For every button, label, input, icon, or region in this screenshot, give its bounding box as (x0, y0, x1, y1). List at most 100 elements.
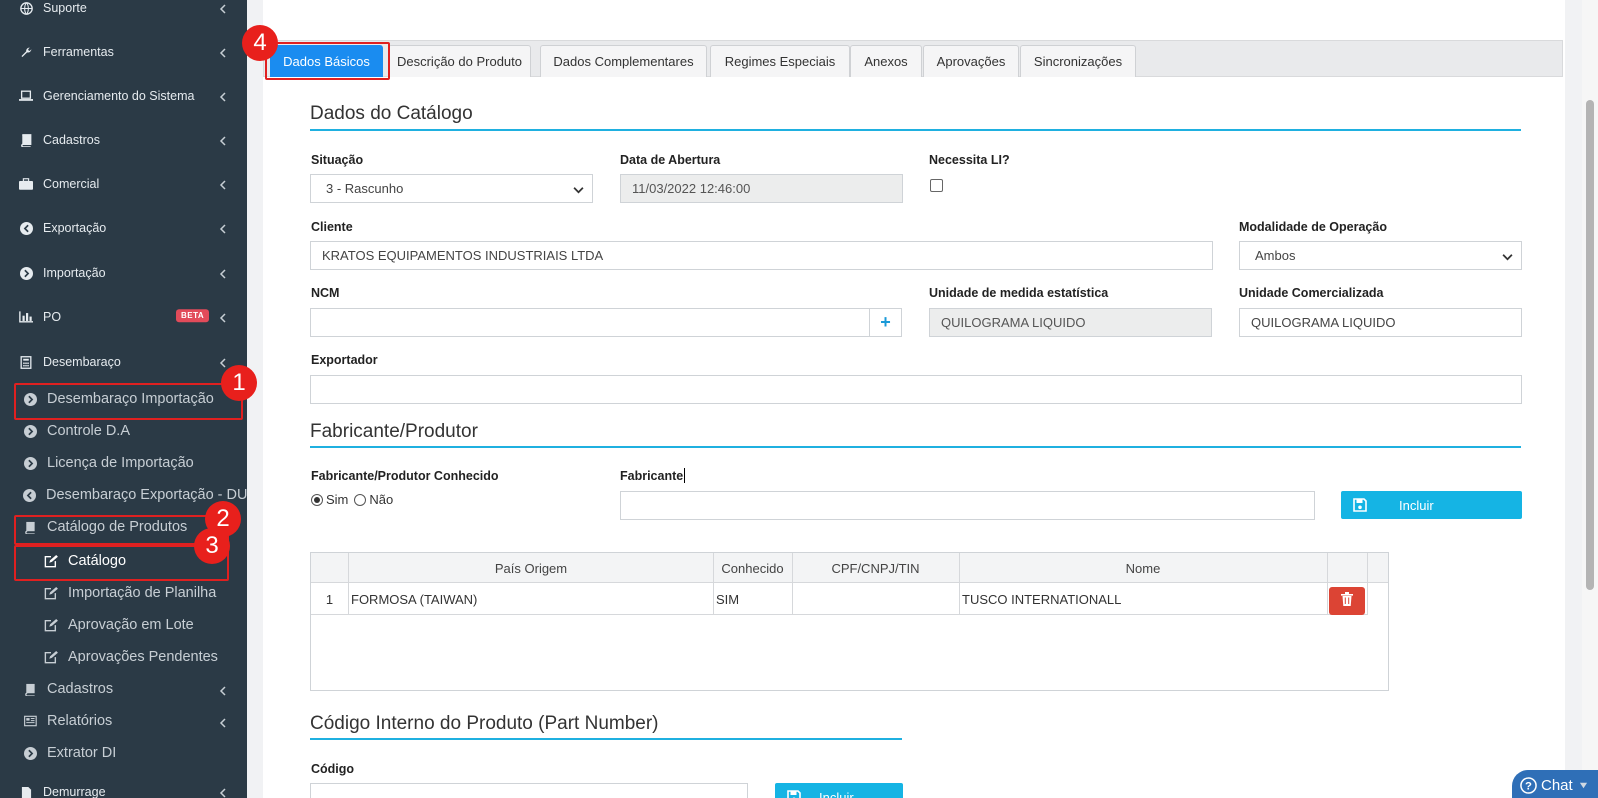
sidebar-item-label: Ferramentas (43, 45, 114, 59)
sidebar-subitem-label: Catálogo (68, 553, 127, 569)
sidebar-item-ferramentas[interactable]: Ferramentas (0, 32, 247, 72)
annotation-badge-3: 3 (194, 528, 230, 564)
sidebar-item-cadastros[interactable]: Cadastros (0, 120, 247, 160)
sidebar-item-suporte[interactable]: Suporte (0, 0, 247, 28)
situacao-select[interactable]: 3 - Rascunho (310, 174, 593, 203)
sidebar-item-label: Exportação (43, 221, 107, 235)
calculator-icon (19, 355, 33, 369)
sidebar-item-exportacao[interactable]: Exportação (0, 208, 247, 248)
unidade-estatistica-field: QUILOGRAMA LIQUIDO (929, 308, 1212, 337)
column-header-nome[interactable]: Nome (959, 553, 1327, 583)
arrow-circle-left-icon (23, 488, 36, 502)
column-header-conhecido[interactable]: Conhecido (713, 553, 792, 583)
svg-text:?: ? (1525, 780, 1532, 792)
edit-icon (44, 650, 58, 664)
laptop-icon (19, 89, 33, 103)
wrench-icon (19, 45, 33, 59)
fabricante-table: País Origem Conhecido CPF/CNPJ/TIN Nome … (310, 552, 1389, 691)
tab-sincronizacoes[interactable]: Sincronizações (1020, 45, 1136, 77)
beta-badge: BETA (176, 309, 210, 323)
file-icon (19, 785, 33, 798)
unidade-comercializada-field[interactable]: QUILOGRAMA LIQUIDO (1239, 308, 1522, 337)
arrow-circle-left-icon (19, 221, 33, 235)
scrollbar-thumb[interactable] (1586, 100, 1594, 590)
label-fabricante: Fabricante (620, 469, 684, 483)
row-number: 1 (325, 591, 334, 607)
arrow-circle-right-icon (23, 456, 37, 470)
incluir-fabricante-button[interactable]: Incluir (1341, 491, 1522, 519)
sidebar-subitem-label: Catálogo de Produtos (47, 519, 188, 535)
sidebar-subitem-licenca-importacao[interactable]: Licença de Importação (0, 448, 247, 478)
globe-icon (19, 1, 33, 15)
cell-conhecido: SIM (716, 591, 740, 607)
sidebar-subitem-aprovacoes-pendentes[interactable]: Aprovações Pendentes (0, 642, 247, 672)
fabricante-field[interactable] (620, 491, 1315, 520)
arrow-circle-right-icon (19, 266, 33, 280)
sidebar-item-comercial[interactable]: Comercial (0, 164, 247, 204)
incluir-codigo-button[interactable]: Incluir (775, 783, 903, 798)
edit-icon (44, 554, 58, 568)
label-unidade-estatistica: Unidade de medida estatística (929, 286, 1109, 300)
section-divider (310, 129, 1521, 131)
necessita-li-checkbox[interactable] (930, 179, 943, 192)
modalidade-select[interactable]: Ambos (1239, 241, 1522, 270)
label-fabricante-conhecido: Fabricante/Produtor Conhecido (311, 469, 499, 483)
sidebar-subitem-label: Extrator DI (47, 745, 117, 761)
fabricante-conhecido-radio-group: Sim Não (311, 492, 393, 507)
sidebar-subitem-desembaraco-importacao[interactable]: Desembaraço Importação (0, 384, 247, 414)
tab-dados-complementares[interactable]: Dados Complementares (540, 45, 707, 77)
codigo-field[interactable] (310, 783, 748, 798)
label-codigo: Código (311, 762, 355, 776)
delete-row-button[interactable] (1329, 587, 1365, 615)
tab-dados-basicos[interactable]: Dados Básicos (270, 45, 383, 77)
exportador-field[interactable] (310, 375, 1522, 404)
chevron-down-icon (1502, 250, 1513, 261)
label-necessita-li: Necessita LI? (929, 153, 1010, 167)
chat-button[interactable]: ? Chat (1512, 770, 1598, 798)
sidebar: Suporte Ferramentas Gerenciamento do Sis… (0, 0, 247, 798)
sidebar-item-label: Suporte (43, 1, 87, 15)
tab-regimes-especiais[interactable]: Regimes Especiais (710, 45, 850, 77)
chat-label: Chat (1541, 776, 1573, 794)
book-icon (19, 133, 33, 147)
label-exportador: Exportador (311, 353, 378, 367)
sidebar-subitem-extrator-di[interactable]: Extrator DI (0, 738, 247, 768)
chevron-left-icon (218, 312, 228, 323)
column-header-documento[interactable]: CPF/CNPJ/TIN (792, 553, 959, 583)
tab-anexos[interactable]: Anexos (850, 45, 922, 77)
modalidade-value: Ambos (1255, 248, 1296, 263)
sidebar-subitem-relatorios[interactable]: Relatórios (0, 706, 247, 736)
incluir-label: Incluir (1399, 497, 1434, 513)
chevron-left-icon (218, 91, 228, 102)
radio-nao-label: Não (369, 492, 394, 507)
radio-sim-label: Sim (326, 492, 349, 507)
incluir-label: Incluir (819, 790, 854, 798)
trash-icon (1341, 591, 1353, 611)
label-modalidade: Modalidade de Operação (1239, 220, 1387, 234)
cell-pais: FORMOSA (TAIWAN) (351, 591, 478, 607)
sidebar-item-desembaraco[interactable]: Desembaraço (0, 342, 247, 382)
column-header-pais[interactable]: País Origem (349, 553, 713, 583)
sidebar-subitem-controle-da[interactable]: Controle D.A (0, 416, 247, 446)
tab-aprovacoes[interactable]: Aprovações (923, 45, 1019, 77)
sidebar-item-gerenciamento[interactable]: Gerenciamento do Sistema (0, 76, 247, 116)
sidebar-item-po[interactable]: PO BETA (0, 297, 247, 337)
chevron-left-icon (218, 3, 228, 14)
sidebar-item-importacao[interactable]: Importação (0, 253, 247, 293)
ncm-field[interactable] (310, 308, 870, 337)
sidebar-subitem-importacao-planilha[interactable]: Importação de Planilha (0, 578, 247, 608)
label-situacao: Situação (311, 153, 364, 167)
sidebar-subitem-label: Desembaraço Exportação - DUE (46, 487, 247, 503)
label-cliente: Cliente (311, 220, 353, 234)
sidebar-subitem-cadastros[interactable]: Cadastros (0, 674, 247, 704)
cliente-field[interactable]: KRATOS EQUIPAMENTOS INDUSTRIAIS LTDA (310, 241, 1213, 270)
radio-sim[interactable] (311, 493, 323, 506)
tab-descricao-produto[interactable]: Descrição do Produto (388, 45, 531, 77)
label-unidade-comercializada: Unidade Comercializada (1239, 286, 1384, 300)
radio-nao[interactable] (354, 493, 367, 506)
ncm-add-button[interactable]: + (869, 308, 902, 337)
section-title-catalogo: Dados do Catálogo (310, 103, 473, 124)
sidebar-item-demurrage[interactable]: Demurrage (0, 772, 247, 798)
save-icon (1353, 498, 1367, 512)
sidebar-subitem-aprovacao-lote[interactable]: Aprovação em Lote (0, 610, 247, 640)
